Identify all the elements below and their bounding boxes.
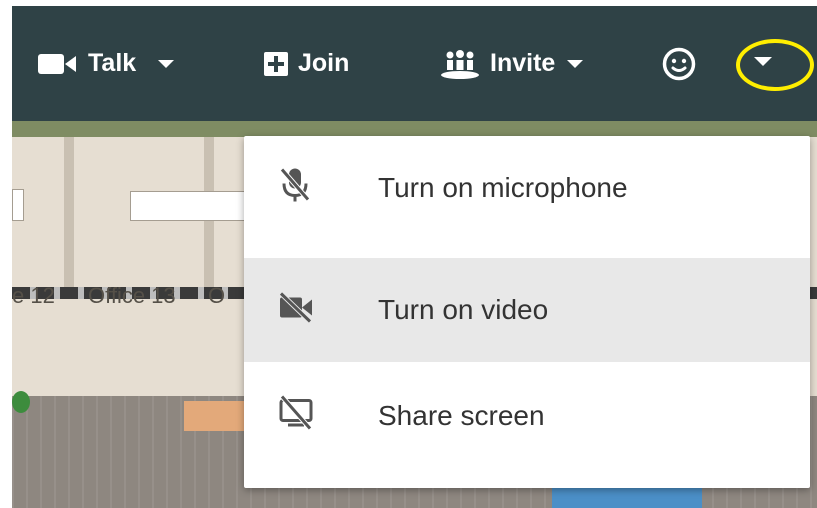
menu-item-video-label: Turn on video [378,294,549,325]
menu-item-video[interactable]: Turn on video [244,258,810,362]
map-grass-strip [12,121,817,137]
avatar-button[interactable] [662,6,696,121]
chevron-down-icon [158,59,175,68]
room-label-office-13: Office 13 [88,283,176,308]
video-camera-icon [38,52,78,76]
room-label-partial: O [208,283,226,308]
menu-chevron-down-icon[interactable] [754,57,772,66]
talk-label: Talk [88,49,137,77]
menu-item-share-screen-label: Share screen [378,400,545,431]
media-dropdown-menu: Turn on microphone Turn on video Share s… [244,136,810,488]
map-plant [12,391,30,413]
map-furniture [184,401,244,431]
menu-item-microphone-label: Turn on microphone [378,172,628,203]
add-box-icon [264,51,288,76]
chevron-down-icon [567,59,584,68]
join-button[interactable]: Join [264,6,349,121]
mic-off-icon [278,166,312,211]
menu-item-microphone[interactable]: Turn on microphone [244,136,810,240]
join-label: Join [298,49,350,77]
map-desk [12,189,24,221]
group-icon [440,49,480,79]
highlight-circle [736,39,814,91]
map-wall [64,137,74,287]
top-toolbar: Talk Join Invite [12,6,817,121]
menu-item-share-screen[interactable]: Share screen [244,364,810,468]
talk-button[interactable]: Talk [38,6,175,121]
video-off-icon [278,291,314,330]
smiley-face-icon [662,47,696,81]
invite-label: Invite [490,49,556,77]
room-label-12: e 12 [12,283,55,308]
invite-button[interactable]: Invite [440,6,584,121]
map-desk [130,191,252,221]
screen-share-off-icon [278,394,314,438]
